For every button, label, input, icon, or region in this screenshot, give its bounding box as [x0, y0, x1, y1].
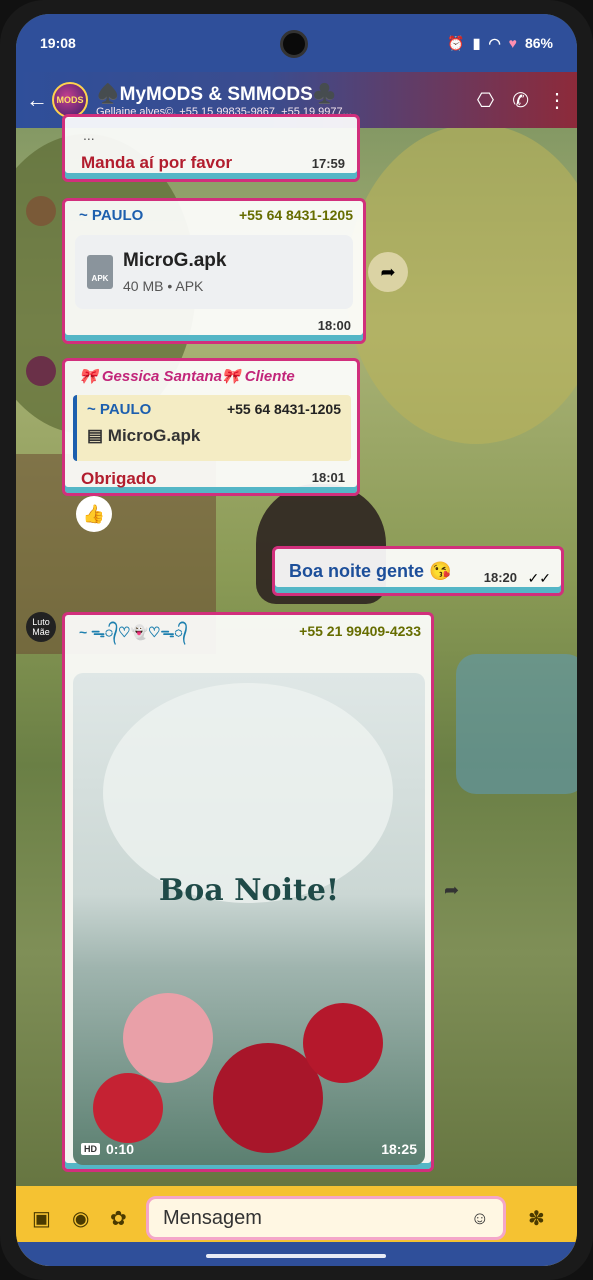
media-preview[interactable]: Boa Noite! HD 0:10 18:25	[73, 673, 425, 1165]
message-text: Obrigado	[81, 469, 157, 488]
avatar-label: Luto Mãe	[32, 617, 50, 637]
read-status-icon: ✓✓	[527, 570, 551, 586]
message-bubble-reply[interactable]: 🎀 Gessica Santana🎀 Cliente ~ PAULO +55 6…	[62, 358, 360, 496]
quoted-file-name: MicroG.apk	[107, 426, 201, 445]
sticker-icon[interactable]: ▣	[32, 1206, 51, 1231]
emoji-icon[interactable]: ☺	[471, 1208, 489, 1229]
gallery-icon[interactable]: ✿	[110, 1206, 127, 1231]
arrow-left-icon[interactable]: ←	[26, 87, 52, 113]
signal-icon: ▮	[472, 34, 481, 51]
file-name: MicroG.apk	[123, 250, 227, 271]
message-header: ~ PAULO +55 64 8431-1205	[79, 207, 353, 224]
truncated-indicator: ...	[83, 127, 95, 143]
document-icon: ▤	[87, 426, 108, 445]
sender-phone: +55 64 8431-1205	[238, 207, 353, 223]
alarm-icon: ⏰	[447, 34, 465, 51]
background-river	[456, 654, 577, 794]
sender-avatar[interactable]	[26, 196, 56, 226]
wifi-icon: ◠	[488, 34, 501, 51]
forward-icon[interactable]: ➦	[444, 880, 459, 901]
group-avatar[interactable]: MODS	[52, 82, 88, 118]
status-time: 19:08	[40, 35, 76, 51]
image-moon	[103, 683, 393, 903]
sender-phone: +55 21 99409-4233	[299, 623, 421, 639]
video-info: HD 0:10	[81, 1141, 134, 1157]
chat-title: ♠️MyMODS & SMMODS♣️	[96, 84, 337, 105]
message-time: 18:00	[317, 318, 351, 333]
message-time: 18:25	[381, 1141, 417, 1157]
front-camera	[280, 30, 308, 58]
header-actions: ⎔ ✆ ⋮	[477, 88, 567, 113]
navigation-bar	[16, 1242, 577, 1266]
sender-avatar[interactable]: Luto Mãe	[26, 612, 56, 642]
message-header: ~ ᯓ᭄♡👻♡ᯓ᭄ +55 21 99409-4233	[79, 623, 421, 648]
message-time: 18:20	[483, 570, 517, 585]
attach-icon[interactable]: ✽	[528, 1206, 545, 1231]
avatar-text: MODS	[56, 95, 84, 105]
apk-file-icon: APK	[87, 255, 113, 289]
quoted-sender: ~ PAULO	[87, 401, 152, 418]
message-bubble-file[interactable]: ~ PAULO +55 64 8431-1205 APK MicroG.apk …	[62, 198, 366, 344]
status-icons: ⏰ ▮ ◠ ♥ 86%	[447, 35, 553, 52]
message-text: Boa noite gente 😘	[289, 561, 452, 581]
message-placeholder: Mensagem	[163, 1206, 262, 1229]
heart-icon: ♥	[508, 35, 517, 51]
document-attachment[interactable]: APK MicroG.apk 40 MB • APK	[75, 235, 353, 309]
composer-bar: ▣ ◉ ✿ Mensagem ☺ ✽	[16, 1186, 577, 1266]
video-duration: 0:10	[106, 1141, 135, 1157]
quoted-message[interactable]: ~ PAULO +55 64 8431-1205 ▤ MicroG.apk	[73, 395, 351, 461]
message-time: 18:01	[311, 470, 345, 485]
image-flower	[123, 993, 213, 1083]
message-bubble-outgoing[interactable]: Boa noite gente 😘 18:20 ✓✓	[272, 546, 564, 596]
video-call-icon[interactable]: ⎔	[477, 88, 494, 113]
image-flower	[93, 1073, 163, 1143]
message-bubble-media[interactable]: ~ ᯓ᭄♡👻♡ᯓ᭄ +55 21 99409-4233 Boa Noite! H…	[62, 612, 434, 1172]
hd-badge: HD	[81, 1143, 100, 1155]
camera-icon[interactable]: ◉	[72, 1206, 89, 1231]
quoted-file: ▤ MicroG.apk	[87, 426, 341, 446]
message-text: Manda aí por favor	[81, 153, 233, 172]
chat-title-block[interactable]: ♠️MyMODS & SMMODS♣️ Gellaine alves©, +55…	[96, 82, 477, 118]
home-handle[interactable]	[206, 1254, 386, 1258]
sender-name[interactable]: ~ ᯓ᭄♡👻♡ᯓ᭄	[79, 623, 188, 648]
file-meta: 40 MB • APK	[123, 278, 204, 294]
sender-avatar[interactable]	[26, 356, 56, 386]
message-bubble[interactable]: ... Manda aí por favor 17:59	[62, 114, 360, 182]
image-caption: Boa Noite!	[158, 873, 340, 908]
forward-icon[interactable]: ➦	[368, 252, 408, 292]
reaction-badge[interactable]: 👍	[76, 496, 112, 532]
screen: 19:08 ⏰ ▮ ◠ ♥ 86% ← MODS ♠️MyMODS & SMMO…	[16, 14, 577, 1266]
message-time: 17:59	[311, 156, 345, 171]
more-options-icon[interactable]: ⋮	[547, 88, 567, 113]
image-flower	[303, 1003, 383, 1083]
quoted-header: ~ PAULO +55 64 8431-1205	[87, 401, 341, 418]
sender-name[interactable]: ~ PAULO	[79, 207, 143, 224]
message-input[interactable]: Mensagem ☺	[146, 1196, 506, 1240]
phone-frame: 19:08 ⏰ ▮ ◠ ♥ 86% ← MODS ♠️MyMODS & SMMO…	[0, 0, 593, 1280]
battery-level: 86%	[524, 35, 553, 51]
file-badge: APK	[91, 274, 109, 283]
sender-name[interactable]: 🎀 Gessica Santana🎀 Cliente	[79, 367, 295, 385]
voice-call-icon[interactable]: ✆	[512, 88, 529, 113]
quoted-phone: +55 64 8431-1205	[226, 401, 341, 417]
